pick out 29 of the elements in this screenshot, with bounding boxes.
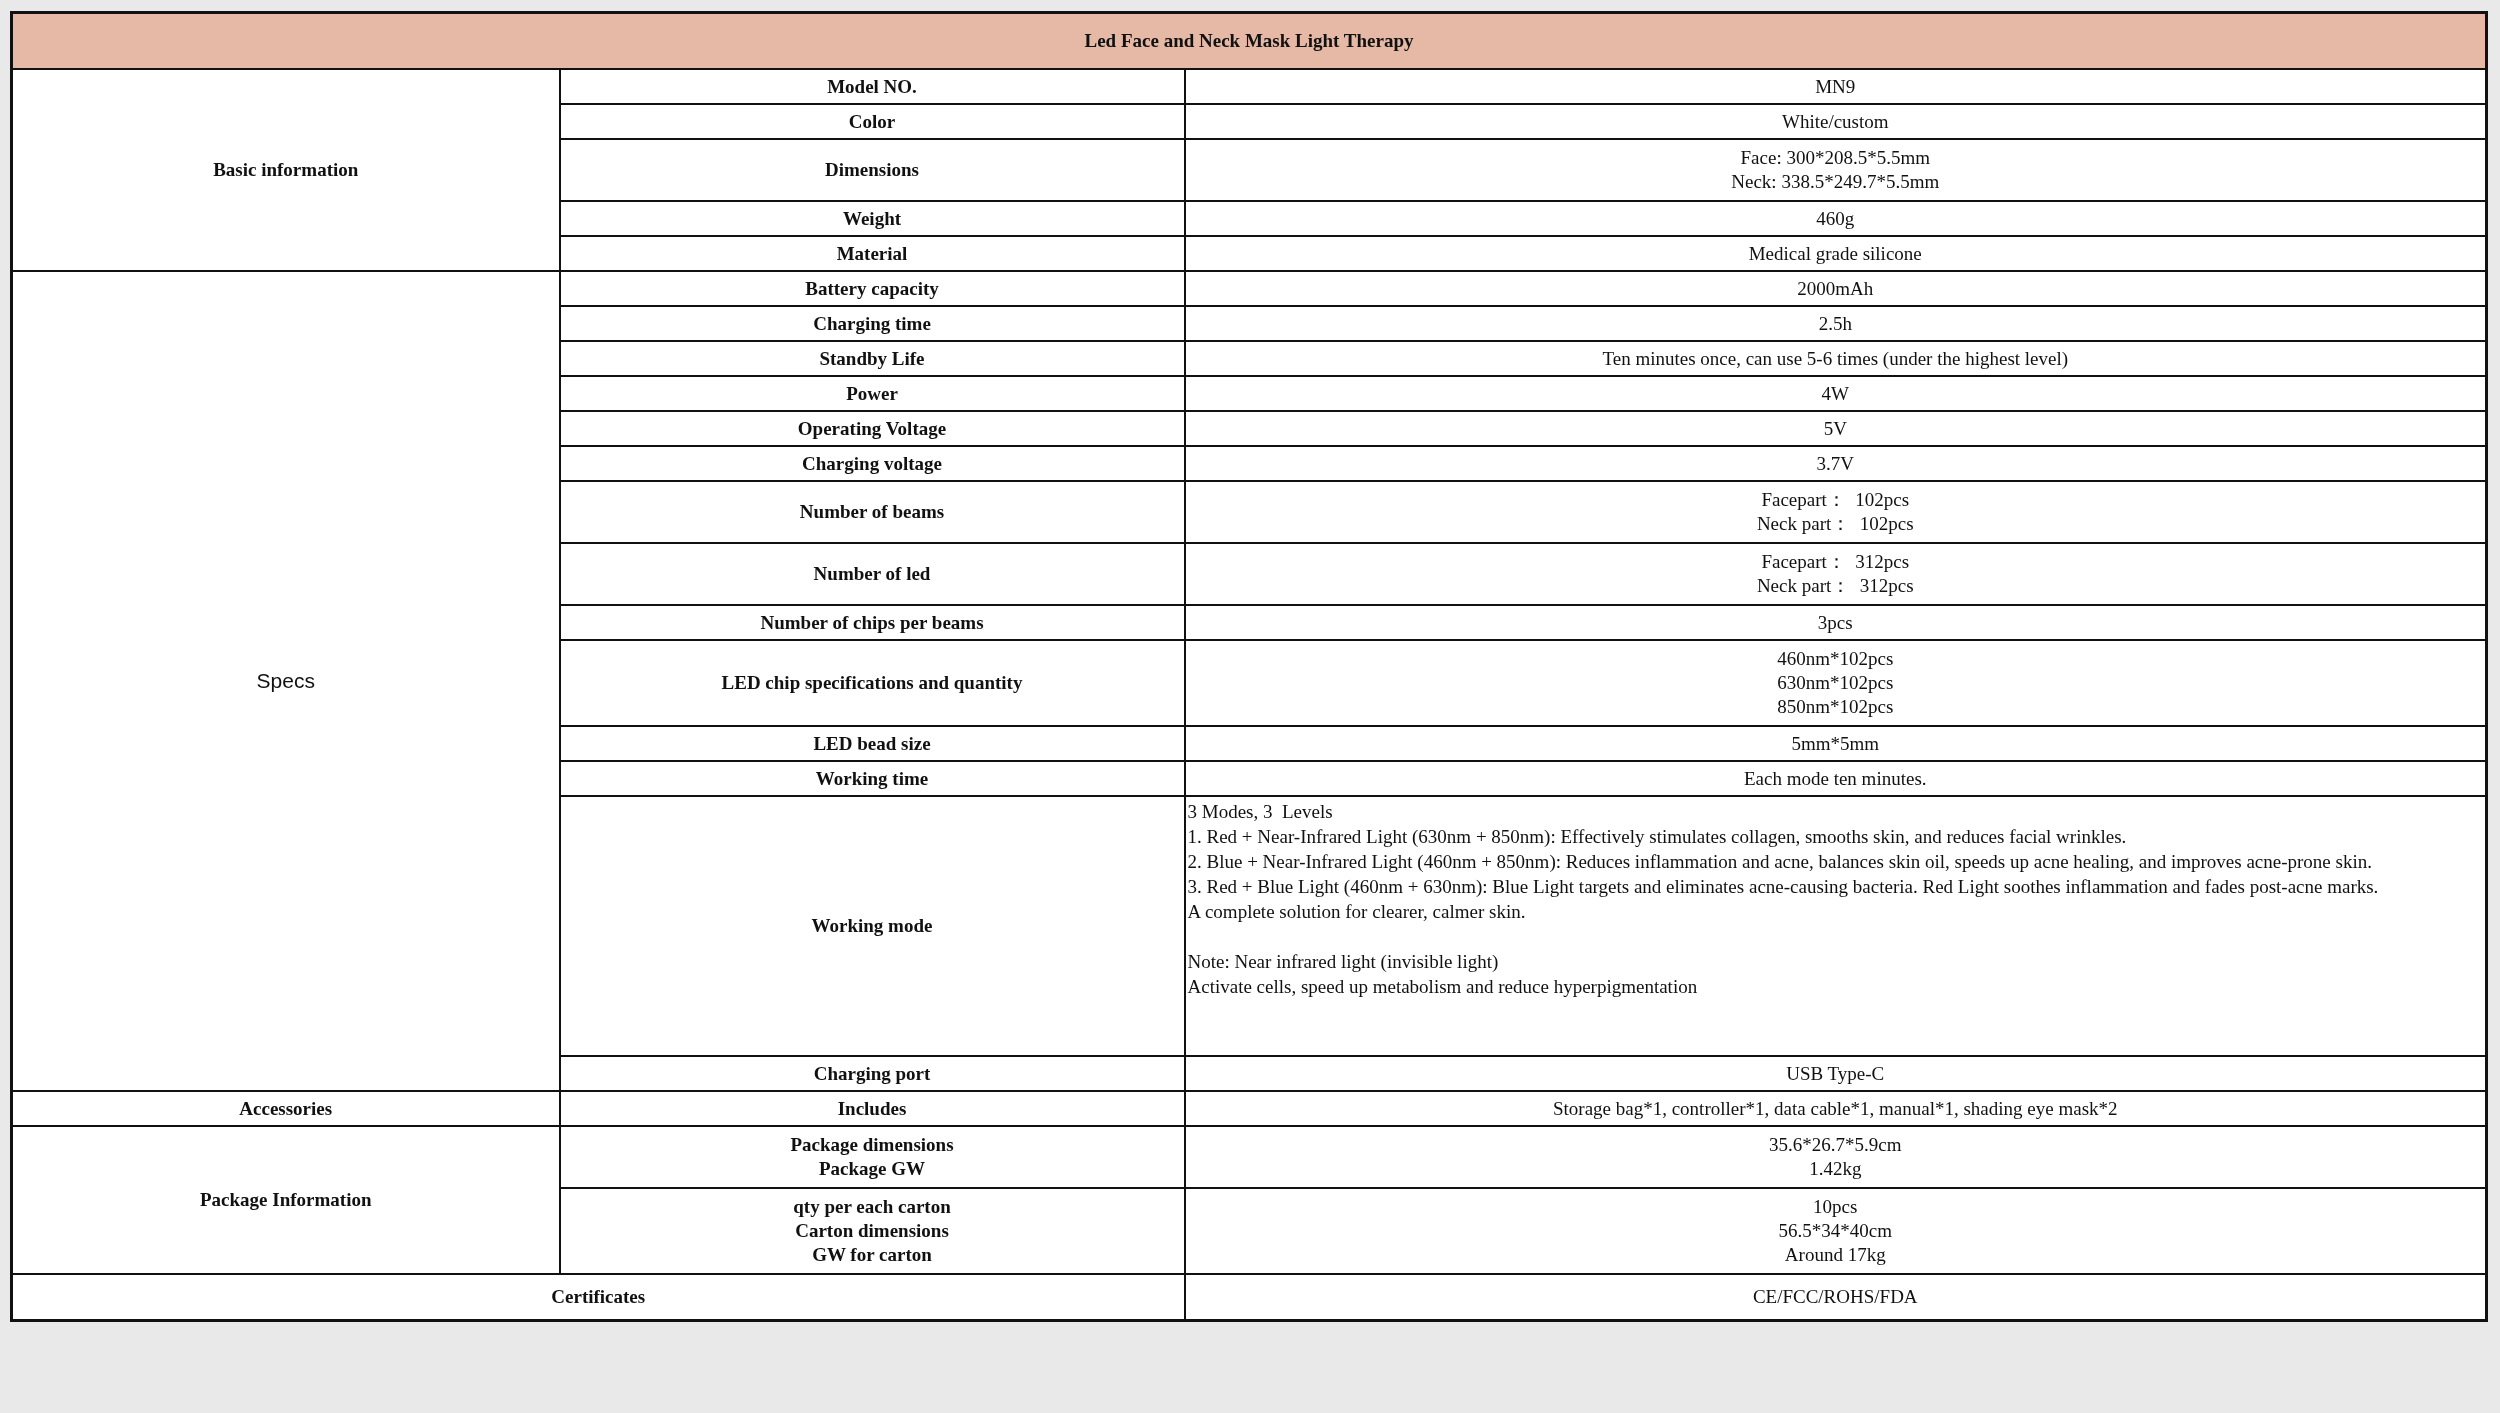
section-label: Package Information bbox=[11, 1126, 560, 1274]
row-label: Operating Voltage bbox=[559, 411, 1185, 446]
section-label: Accessories bbox=[11, 1091, 560, 1126]
row-label: Color bbox=[559, 104, 1185, 139]
row-label: Number of beams bbox=[559, 481, 1185, 543]
row-label: Charging voltage bbox=[559, 446, 1185, 481]
section-label: Basic information bbox=[11, 69, 560, 271]
note-text: Note: Near infrared light (invisible light) Activate cells, speed up metabolism and reduce hyperpigmentation bbox=[1187, 950, 1699, 999]
row-label: qty per each carton Carton dimensions GW for carton bbox=[559, 1188, 1185, 1274]
row-label: Number of chips per beams bbox=[559, 605, 1185, 640]
row-label: Number of led bbox=[559, 543, 1185, 605]
row-label: Includes bbox=[559, 1091, 1185, 1126]
row-label: Power bbox=[559, 376, 1185, 411]
section-label: Specs bbox=[11, 271, 560, 1091]
row-label: Model NO. bbox=[559, 69, 1185, 104]
table-title: Led Face and Neck Mask Light Therapy bbox=[11, 12, 2487, 69]
row-label: LED bead size bbox=[559, 726, 1185, 761]
row-label: LED chip specifications and quantity bbox=[559, 640, 1185, 726]
row-label: Package dimensions Package GW bbox=[559, 1126, 1185, 1188]
row-label: Dimensions bbox=[559, 139, 1185, 201]
row-label: Weight bbox=[559, 201, 1185, 236]
row-label: Battery capacity bbox=[559, 271, 1185, 306]
row-label: Charging time bbox=[559, 306, 1185, 341]
row-label: Charging port bbox=[559, 1056, 1185, 1091]
row-label: Working mode bbox=[559, 796, 1185, 1056]
description-text: 3 Modes, 3 Levels 1. Red + Near-Infrared Light (630nm + 850nm): Effectively stimulates collagen, smooths skin, and reduces facial wrinkles. 2. Blue + Near-Infrared Light (460nm + 850nm): Reduces inflammation and acne, balances skin oil, speeds up acne healing, and improves acne-prone skin. 3. Red + Blue Light (460nm + 630nm): Blue Light targets and eliminates acne-causing bacteria. Red Light soothes inflammation and fades post-acne marks. A complete solution for clearer, calmer skin. bbox=[1187, 800, 2380, 924]
row-label: Standby Life bbox=[559, 341, 1185, 376]
row-label: Working time bbox=[559, 761, 1185, 796]
row-label: Material bbox=[559, 236, 1185, 271]
